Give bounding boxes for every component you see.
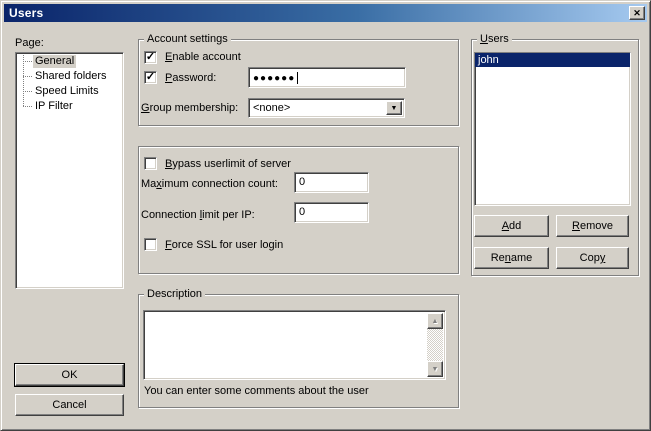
add-button[interactable]: Add xyxy=(474,215,549,237)
chevron-down-icon: ▼ xyxy=(391,105,398,112)
scroll-up-icon: ▲ xyxy=(432,318,439,325)
window-title: Users xyxy=(9,6,43,20)
remove-button[interactable]: Remove xyxy=(556,215,629,237)
password-masked-text: ●●●●●● xyxy=(253,72,295,85)
bypass-userlimit-checkbox[interactable] xyxy=(144,157,157,170)
scroll-down-button[interactable]: ▼ xyxy=(427,361,443,377)
titlebar: Users ✕ xyxy=(4,4,647,22)
users-dialog: Users ✕ Page: General Shared folders Spe… xyxy=(0,0,651,431)
page-item-shared-folders[interactable]: Shared folders xyxy=(18,69,121,84)
rename-button[interactable]: Rename xyxy=(474,247,549,269)
description-title: Description xyxy=(144,288,205,301)
password-input[interactable]: ●●●●●● xyxy=(248,67,406,88)
check-icon: ✓ xyxy=(146,53,155,62)
ip-limit-label: Connection limit per IP: xyxy=(141,209,255,222)
check-icon: ✓ xyxy=(146,73,155,82)
tree-item-label: Shared folders xyxy=(33,70,109,83)
description-hint: You can enter some comments about the us… xyxy=(144,385,369,398)
scroll-up-button[interactable]: ▲ xyxy=(427,313,443,329)
password-label[interactable]: Password: xyxy=(165,72,216,85)
close-icon: ✕ xyxy=(633,8,641,19)
group-membership-value: <none> xyxy=(253,102,290,115)
copy-button[interactable]: Copy xyxy=(556,247,629,269)
dropdown-button[interactable]: ▼ xyxy=(386,101,402,115)
close-button[interactable]: ✕ xyxy=(629,6,645,20)
description-scrollbar[interactable]: ▲ ▼ xyxy=(427,313,443,377)
max-connection-value: 0 xyxy=(299,176,305,189)
page-label: Page: xyxy=(15,37,44,50)
group-membership-select[interactable]: <none> ▼ xyxy=(248,98,405,118)
tree-item-label: General xyxy=(33,55,76,68)
group-membership-label: Group membership: xyxy=(141,102,238,115)
force-ssl-label[interactable]: Force SSL for user login xyxy=(165,239,283,252)
list-item-john[interactable]: john xyxy=(475,53,630,67)
force-ssl-checkbox[interactable] xyxy=(144,238,157,251)
page-tree[interactable]: General Shared folders Speed Limits IP F… xyxy=(15,52,124,289)
max-connection-label: Maximum connection count: xyxy=(141,178,278,191)
bypass-userlimit-label[interactable]: Bypass userlimit of server xyxy=(165,158,291,171)
page-item-ip-filter[interactable]: IP Filter xyxy=(18,99,121,114)
ok-button[interactable]: OK xyxy=(15,364,124,386)
cancel-button[interactable]: Cancel xyxy=(15,394,124,416)
enable-account-label[interactable]: Enable account xyxy=(165,51,241,64)
users-list[interactable]: john xyxy=(474,52,631,206)
scroll-down-icon: ▼ xyxy=(432,366,439,373)
users-title: Users xyxy=(477,33,512,46)
enable-account-checkbox[interactable]: ✓ xyxy=(144,51,157,64)
ip-limit-value: 0 xyxy=(299,206,305,219)
tree-item-label: IP Filter xyxy=(33,100,75,113)
max-connection-input[interactable]: 0 xyxy=(294,172,369,193)
tree-item-label: Speed Limits xyxy=(33,85,101,98)
page-item-general[interactable]: General xyxy=(18,54,121,69)
description-textarea[interactable]: ▲ ▼ xyxy=(143,310,446,380)
account-settings-title: Account settings xyxy=(144,33,231,46)
text-caret xyxy=(297,72,298,84)
ip-limit-input[interactable]: 0 xyxy=(294,202,369,223)
page-item-speed-limits[interactable]: Speed Limits xyxy=(18,84,121,99)
password-checkbox[interactable]: ✓ xyxy=(144,71,157,84)
